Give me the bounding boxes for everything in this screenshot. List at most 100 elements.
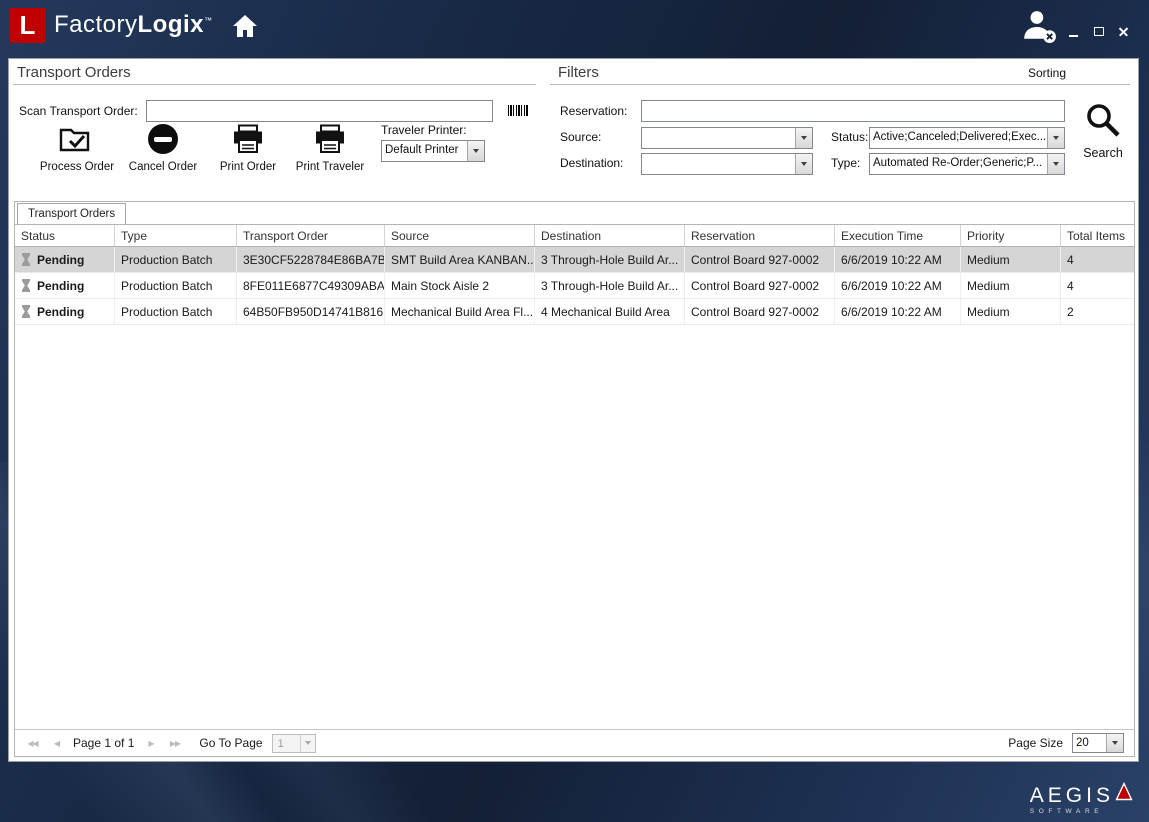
first-page-icon[interactable]: ◀◀ xyxy=(25,736,40,750)
hourglass-icon xyxy=(21,253,31,266)
printer-icon xyxy=(314,121,346,157)
page-indicator: Page 1 of 1 xyxy=(73,736,134,750)
column-header-type[interactable]: Type xyxy=(115,225,237,246)
chevron-down-icon xyxy=(795,154,812,174)
barcode-icon xyxy=(508,105,529,116)
table-row[interactable]: Pending Production Batch 8FE011E6877C493… xyxy=(15,273,1134,299)
hourglass-icon xyxy=(21,279,31,292)
printer-icon xyxy=(232,121,264,157)
go-to-page-label: Go To Page xyxy=(199,736,262,750)
group-divider xyxy=(550,84,1130,85)
execution-time-cell: 6/6/2019 10:22 AM xyxy=(835,273,961,298)
filters-group-title: Filters xyxy=(558,64,599,81)
reservation-cell: Control Board 927-0002 xyxy=(685,299,835,324)
type-cell: Production Batch xyxy=(115,299,237,324)
page-size-dropdown[interactable]: 20 xyxy=(1072,733,1124,753)
chevron-down-icon xyxy=(1047,128,1064,148)
source-cell: Main Stock Aisle 2 xyxy=(385,273,535,298)
hourglass-icon xyxy=(21,305,31,318)
destination-value xyxy=(642,154,795,174)
table-row[interactable]: Pending Production Batch 64B50FB950D1474… xyxy=(15,299,1134,325)
print-traveler-label: Print Traveler xyxy=(296,161,364,173)
scan-transport-order-input[interactable] xyxy=(146,100,493,122)
priority-cell: Medium xyxy=(961,299,1061,324)
minimize-button[interactable] xyxy=(1067,25,1081,38)
type-cell: Production Batch xyxy=(115,247,237,272)
chevron-down-icon xyxy=(1047,154,1064,174)
status-cell: Pending xyxy=(15,273,115,298)
process-order-icon xyxy=(59,121,95,157)
status-label: Status: xyxy=(831,130,868,144)
next-page-icon[interactable]: ▶ xyxy=(143,736,158,750)
search-button[interactable]: Search xyxy=(1075,101,1131,160)
status-cell: Pending xyxy=(15,247,115,272)
execution-time-cell: 6/6/2019 10:22 AM xyxy=(835,247,961,272)
process-order-label: Process Order xyxy=(40,161,114,173)
column-header-total-items[interactable]: Total Items xyxy=(1061,225,1134,246)
brand-trademark: ™ xyxy=(204,16,213,25)
total-items-cell: 4 xyxy=(1061,273,1134,298)
brand-logix: Logix xyxy=(138,11,205,38)
source-value xyxy=(642,128,795,148)
search-icon xyxy=(1084,101,1122,144)
pagination-bar: ◀◀ ◀ Page 1 of 1 ▶ ▶▶ Go To Page 1 Page … xyxy=(15,729,1134,756)
column-header-transport-order[interactable]: Transport Order xyxy=(237,225,385,246)
transport-order-cell: 64B50FB950D14741B816... xyxy=(237,299,385,324)
aegis-triangle-icon xyxy=(1115,782,1133,806)
print-order-button[interactable]: Print Order xyxy=(213,121,283,173)
chevron-down-icon xyxy=(1106,734,1123,752)
traveler-printer-label: Traveler Printer: xyxy=(381,123,467,137)
priority-cell: Medium xyxy=(961,273,1061,298)
scan-transport-order-label: Scan Transport Order: xyxy=(19,104,138,118)
column-header-source[interactable]: Source xyxy=(385,225,535,246)
traveler-printer-dropdown[interactable]: Default Printer xyxy=(381,140,485,162)
aegis-software-text: SOFTWARE xyxy=(1030,808,1133,815)
reservation-label: Reservation: xyxy=(560,104,627,118)
status-dropdown[interactable]: Active;Canceled;Delivered;Exec... xyxy=(869,127,1065,149)
print-traveler-button[interactable]: Print Traveler xyxy=(286,121,374,173)
type-label: Type: xyxy=(831,156,860,170)
reservation-cell: Control Board 927-0002 xyxy=(685,273,835,298)
main-panel: Transport Orders Scan Transport Order: P… xyxy=(8,58,1139,762)
execution-time-cell: 6/6/2019 10:22 AM xyxy=(835,299,961,324)
column-header-reservation[interactable]: Reservation xyxy=(685,225,835,246)
source-cell: SMT Build Area KANBAN... xyxy=(385,247,535,272)
tab-transport-orders[interactable]: Transport Orders xyxy=(17,203,126,224)
destination-dropdown[interactable] xyxy=(641,153,813,175)
window-controls xyxy=(1067,25,1131,38)
total-items-cell: 4 xyxy=(1061,247,1134,272)
cancel-order-button[interactable]: Cancel Order xyxy=(121,121,205,173)
column-header-execution-time[interactable]: Execution Time xyxy=(835,225,961,246)
maximize-button[interactable] xyxy=(1092,25,1106,38)
destination-cell: 4 Mechanical Build Area xyxy=(535,299,685,324)
app-title: FactoryLogix™ xyxy=(54,11,213,39)
source-cell: Mechanical Build Area Fl... xyxy=(385,299,535,324)
column-header-status[interactable]: Status xyxy=(15,225,115,246)
brand-factory: Factory xyxy=(54,11,138,38)
grid-tab-strip: Transport Orders xyxy=(15,202,1134,225)
column-header-destination[interactable]: Destination xyxy=(535,225,685,246)
app-window: L FactoryLogix™ Transport Orders Scan Tr… xyxy=(0,0,1149,822)
chevron-down-icon xyxy=(300,735,315,752)
page-size-label: Page Size xyxy=(1008,736,1063,750)
last-page-icon[interactable]: ▶▶ xyxy=(167,736,182,750)
sorting-label[interactable]: Sorting xyxy=(1028,66,1066,80)
reservation-input[interactable] xyxy=(641,100,1065,122)
titlebar: L FactoryLogix™ xyxy=(0,0,1149,52)
process-order-button[interactable]: Process Order xyxy=(31,121,123,173)
aegis-brand-text: AEGIS xyxy=(1030,785,1114,806)
type-dropdown[interactable]: Automated Re-Order;Generic;P... xyxy=(869,153,1065,175)
destination-label: Destination: xyxy=(560,156,623,170)
previous-page-icon[interactable]: ◀ xyxy=(49,736,64,750)
logo-letter: L xyxy=(20,10,36,41)
source-dropdown[interactable] xyxy=(641,127,813,149)
user-logout-icon[interactable] xyxy=(1021,9,1057,48)
home-icon[interactable] xyxy=(232,14,258,43)
transport-order-cell: 8FE011E6877C49309ABA... xyxy=(237,273,385,298)
transport-orders-group-title: Transport Orders xyxy=(17,64,131,81)
go-to-page-input[interactable]: 1 xyxy=(272,734,316,753)
table-row[interactable]: Pending Production Batch 3E30CF5228784E8… xyxy=(15,247,1134,273)
cancel-order-label: Cancel Order xyxy=(129,161,197,173)
close-button[interactable] xyxy=(1117,25,1131,38)
column-header-priority[interactable]: Priority xyxy=(961,225,1061,246)
